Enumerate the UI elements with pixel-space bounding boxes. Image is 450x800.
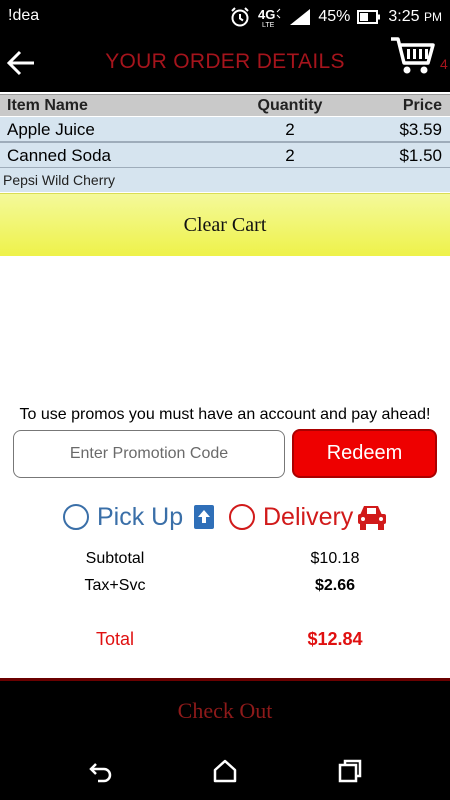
alarm-icon bbox=[229, 6, 251, 28]
tax-value: $2.66 bbox=[314, 577, 356, 594]
pickup-upload-icon bbox=[191, 503, 217, 536]
carrier-name: !dea bbox=[8, 7, 40, 24]
table-row[interactable]: Apple Juice 2 $3.59 bbox=[0, 117, 450, 143]
subtotal-label: Subtotal bbox=[85, 550, 145, 567]
item-option-row: Pepsi Wild Cherry bbox=[0, 168, 450, 192]
signal-icon bbox=[289, 8, 311, 26]
back-arrow-icon[interactable] bbox=[4, 46, 38, 80]
item-quantity: 2 bbox=[285, 120, 295, 139]
item-quantity: 2 bbox=[285, 146, 295, 165]
checkout-button[interactable]: Check Out bbox=[0, 678, 450, 741]
clock-time: 3:25 bbox=[388, 8, 420, 25]
delivery-radio[interactable] bbox=[229, 504, 255, 530]
shopping-cart-icon[interactable] bbox=[388, 34, 438, 78]
promo-note: To use promos you must have an account a… bbox=[19, 406, 431, 423]
status-icons: 4G LTE 45% 3:25 PM bbox=[229, 5, 442, 29]
back-nav-icon[interactable] bbox=[86, 757, 114, 785]
battery-icon bbox=[357, 9, 381, 25]
pickup-option[interactable]: Pick Up bbox=[63, 500, 183, 534]
recents-nav-icon[interactable] bbox=[336, 757, 364, 785]
clock-ampm: PM bbox=[424, 10, 442, 24]
column-item-name: Item Name bbox=[7, 97, 88, 114]
order-table-header: Item Name Quantity Price bbox=[0, 94, 450, 116]
status-bar: !dea 4G LTE 45% 3:25 PM bbox=[0, 0, 450, 34]
svg-text:4G: 4G bbox=[258, 7, 275, 22]
item-price: $1.50 bbox=[399, 146, 442, 165]
total-label: Total bbox=[95, 629, 135, 649]
column-price: Price bbox=[402, 97, 442, 114]
delivery-label: Delivery bbox=[263, 502, 354, 531]
lte-icon: 4G LTE bbox=[258, 6, 282, 28]
cart-count-badge: 4 bbox=[440, 56, 448, 72]
clear-cart-button[interactable]: Clear Cart bbox=[0, 193, 450, 256]
order-details-screen: !dea 4G LTE 45% 3:25 PM YOUR ORDER DETAIL… bbox=[0, 0, 450, 800]
item-option-note: Pepsi Wild Cherry bbox=[3, 172, 116, 188]
item-price: $3.59 bbox=[399, 120, 442, 139]
table-row[interactable]: Canned Soda 2 $1.50 bbox=[0, 143, 450, 169]
page-title: YOUR ORDER DETAILS bbox=[105, 50, 345, 73]
home-nav-icon[interactable] bbox=[211, 757, 239, 785]
system-nav-bar bbox=[0, 741, 450, 800]
car-icon bbox=[356, 502, 388, 537]
item-name: Apple Juice bbox=[7, 120, 95, 139]
item-name: Canned Soda bbox=[7, 146, 111, 165]
redeem-button[interactable]: Redeem bbox=[292, 429, 437, 478]
clock: 3:25 PM bbox=[388, 8, 442, 26]
total-value: $12.84 bbox=[307, 629, 363, 649]
app-header: YOUR ORDER DETAILS 4 bbox=[0, 34, 450, 92]
delivery-option[interactable]: Delivery bbox=[229, 500, 353, 534]
battery-percent: 45% bbox=[318, 8, 351, 25]
subtotal-value: $10.18 bbox=[310, 550, 360, 567]
pickup-label: Pick Up bbox=[97, 502, 184, 531]
svg-text:LTE: LTE bbox=[262, 22, 275, 28]
pickup-radio[interactable] bbox=[63, 504, 89, 530]
column-quantity: Quantity bbox=[257, 97, 323, 114]
promo-code-input[interactable] bbox=[13, 430, 285, 478]
tax-label: Tax+Svc bbox=[84, 577, 146, 594]
